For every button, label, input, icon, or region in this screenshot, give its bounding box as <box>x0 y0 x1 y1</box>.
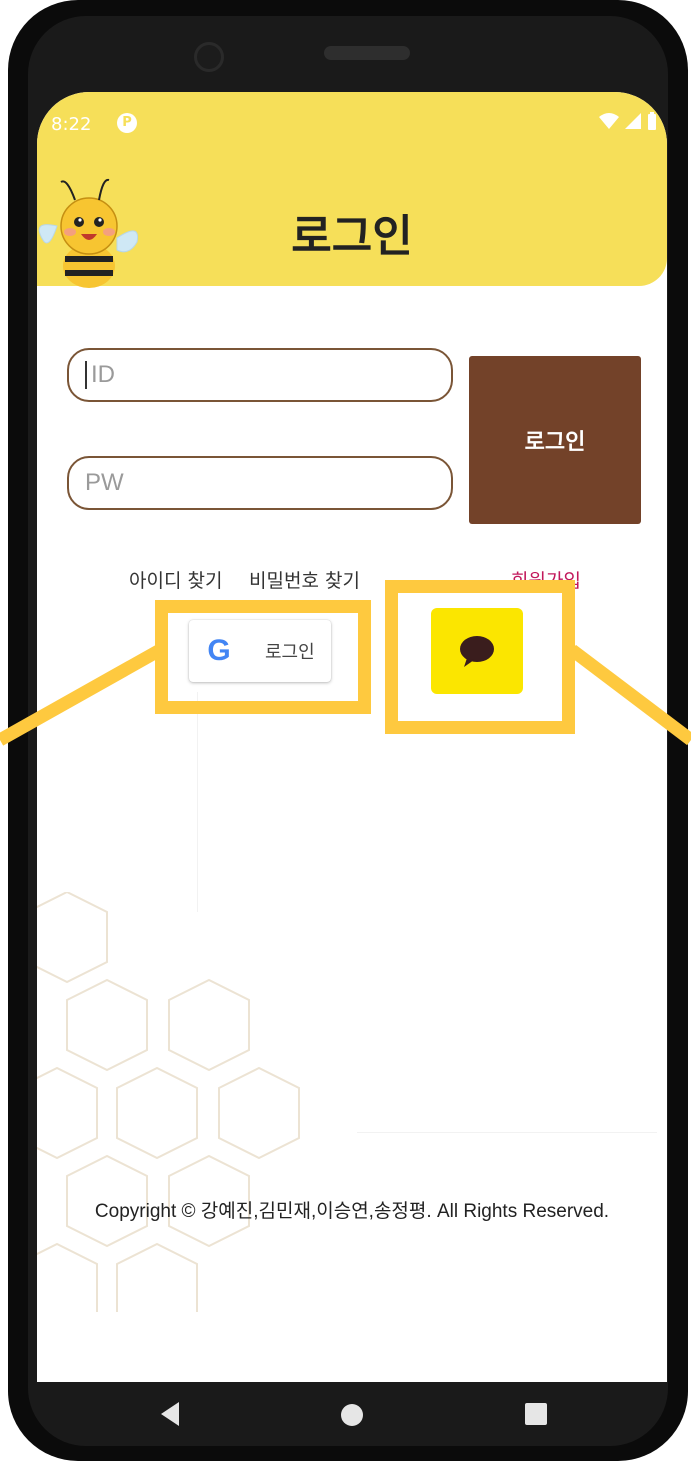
home-icon[interactable] <box>339 1402 365 1428</box>
nav-bar <box>37 1382 667 1452</box>
highlight-connectors <box>0 644 691 746</box>
recents-icon[interactable] <box>524 1402 548 1426</box>
back-icon[interactable] <box>157 1400 183 1428</box>
